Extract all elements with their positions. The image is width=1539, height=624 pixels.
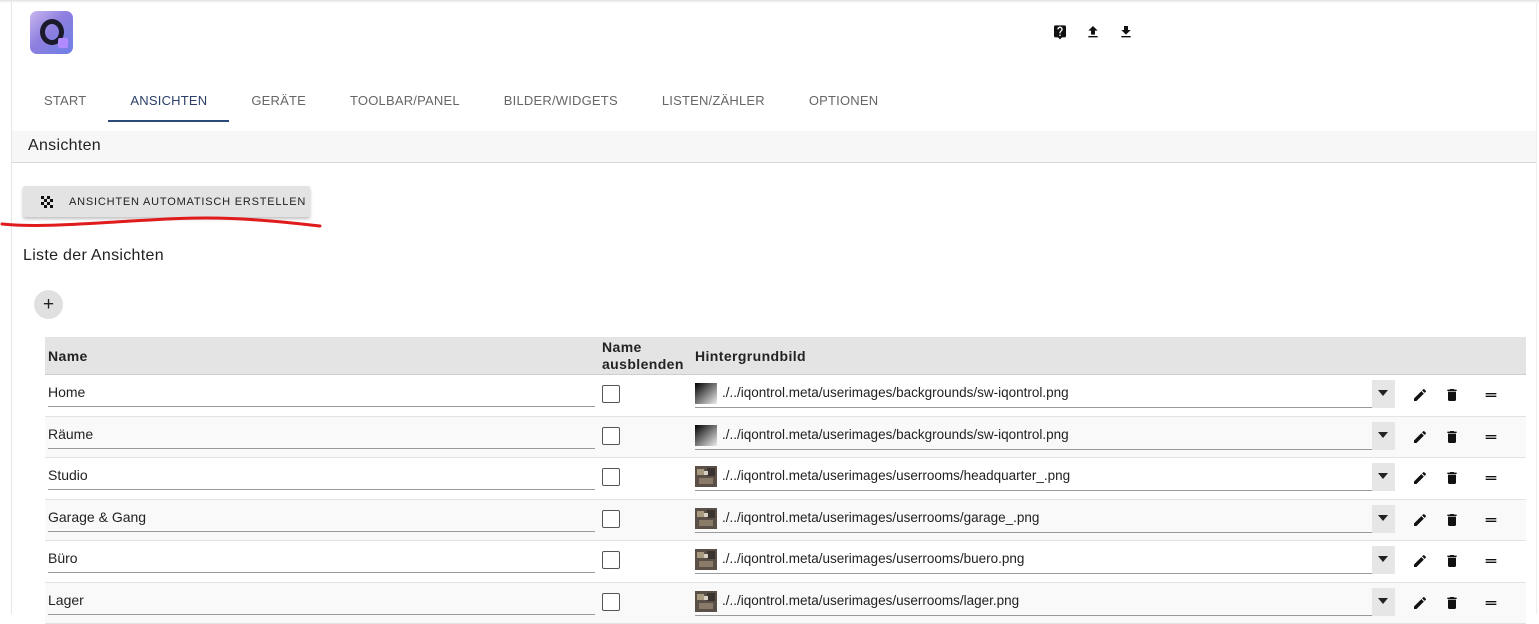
drag-handle-icon[interactable] (1483, 512, 1499, 528)
hide-name-checkbox[interactable] (602, 593, 620, 611)
table-row: Studio ./../iqontrol.meta/userimages/user… (45, 458, 1526, 500)
hide-name-checkbox[interactable] (602, 427, 620, 445)
background-image-path: ./../iqontrol.meta/userimages/background… (722, 427, 1069, 442)
drag-handle-icon[interactable] (1483, 553, 1499, 569)
edit-icon[interactable] (1412, 512, 1428, 528)
tab-optionen[interactable]: OPTIONEN (787, 80, 901, 122)
tab-listen-zaehler[interactable]: LISTEN/ZÄHLER (640, 80, 787, 122)
background-thumbnail (695, 549, 717, 570)
table-row: Home ./../iqontrol.meta/userimages/backgr… (45, 375, 1526, 417)
top-shadow (0, 0, 1539, 3)
add-view-button[interactable]: + (34, 290, 63, 319)
views-list-title: Liste der Ansichten (23, 247, 164, 265)
tab-geraete[interactable]: GERÄTE (229, 80, 328, 122)
background-image-select[interactable]: ./../iqontrol.meta/userimages/userrooms/… (695, 463, 1395, 491)
background-thumbnail (695, 425, 717, 446)
chevron-down-icon[interactable] (1372, 463, 1395, 491)
chevron-down-icon[interactable] (1372, 588, 1395, 616)
chevron-down-icon[interactable] (1372, 422, 1395, 450)
edit-icon[interactable] (1412, 470, 1428, 486)
view-name-input[interactable]: Räume (48, 424, 595, 449)
background-image-path: ./../iqontrol.meta/userimages/userrooms/… (722, 551, 1024, 566)
right-border (1536, 0, 1537, 614)
hide-name-checkbox[interactable] (602, 551, 620, 569)
hide-name-checkbox[interactable] (602, 510, 620, 528)
edit-icon[interactable] (1412, 595, 1428, 611)
delete-icon[interactable] (1444, 429, 1460, 445)
background-image-select[interactable]: ./../iqontrol.meta/userimages/userrooms/… (695, 588, 1395, 616)
edit-icon[interactable] (1412, 387, 1428, 403)
iqontrol-q-logo (30, 11, 73, 54)
help-icon[interactable] (1052, 23, 1068, 41)
column-header-background: Hintergrundbild (695, 348, 806, 364)
background-image-path: ./../iqontrol.meta/userimages/userrooms/… (722, 468, 1070, 483)
upload-icon[interactable] (1085, 23, 1101, 41)
background-thumbnail (695, 383, 717, 404)
view-name-input[interactable]: Home (48, 382, 595, 407)
section-title: Ansichten (28, 137, 101, 155)
background-image-select[interactable]: ./../iqontrol.meta/userimages/background… (695, 422, 1395, 450)
delete-icon[interactable] (1444, 470, 1460, 486)
table-row: Garage & Gang ./../iqontrol.meta/userimag… (45, 500, 1526, 542)
background-image-path: ./../iqontrol.meta/userimages/userrooms/… (722, 593, 1019, 608)
background-image-select[interactable]: ./../iqontrol.meta/userimages/background… (695, 380, 1395, 408)
table-row: Räume ./../iqontrol.meta/userimages/backg… (45, 417, 1526, 459)
background-thumbnail (695, 508, 717, 529)
main-tabs: START ANSICHTEN GERÄTE TOOLBAR/PANEL BIL… (22, 80, 900, 123)
left-border (11, 0, 12, 614)
tab-toolbar-panel[interactable]: TOOLBAR/PANEL (328, 80, 482, 122)
table-header: Name Name ausblenden Hintergrundbild (45, 337, 1526, 375)
column-header-name: Name (48, 348, 88, 364)
chevron-down-icon[interactable] (1372, 546, 1395, 574)
background-image-select[interactable]: ./../iqontrol.meta/userimages/userrooms/… (695, 546, 1395, 574)
chevron-down-icon[interactable] (1372, 505, 1395, 533)
delete-icon[interactable] (1444, 553, 1460, 569)
views-table: Name Name ausblenden Hintergrundbild Hom… (45, 337, 1526, 624)
section-header: Ansichten (12, 131, 1536, 163)
drag-handle-icon[interactable] (1483, 595, 1499, 611)
table-body: Home ./../iqontrol.meta/userimages/backgr… (45, 375, 1526, 624)
tab-bilder-widgets[interactable]: BILDER/WIDGETS (482, 80, 640, 122)
header-actions (1052, 23, 1134, 41)
view-name-input[interactable]: Lager (48, 590, 595, 615)
download-icon[interactable] (1118, 23, 1134, 41)
column-header-hide-name: Name ausblenden (602, 339, 692, 373)
drag-handle-icon[interactable] (1483, 470, 1499, 486)
tab-ansichten[interactable]: ANSICHTEN (108, 80, 229, 122)
background-thumbnail (695, 466, 717, 487)
drag-handle-icon[interactable] (1483, 387, 1499, 403)
background-thumbnail (695, 591, 717, 612)
red-underline-annotation (0, 208, 330, 234)
hide-name-checkbox[interactable] (602, 385, 620, 403)
delete-icon[interactable] (1444, 512, 1460, 528)
table-row: Büro ./../iqontrol.meta/userimages/userro… (45, 541, 1526, 583)
view-name-input[interactable]: Garage & Gang (48, 507, 595, 532)
edit-icon[interactable] (1412, 429, 1428, 445)
drag-handle-icon[interactable] (1483, 429, 1499, 445)
chevron-down-icon[interactable] (1372, 380, 1395, 408)
tab-start[interactable]: START (22, 80, 108, 122)
background-image-path: ./../iqontrol.meta/userimages/userrooms/… (722, 510, 1039, 525)
edit-icon[interactable] (1412, 553, 1428, 569)
hide-name-checkbox[interactable] (602, 468, 620, 486)
background-image-path: ./../iqontrol.meta/userimages/background… (722, 385, 1069, 400)
view-name-input[interactable]: Büro (48, 548, 595, 573)
auto-create-views-label: ANSICHTEN AUTOMATISCH ERSTELLEN (69, 196, 306, 208)
auto-fix-icon (40, 195, 54, 209)
delete-icon[interactable] (1444, 595, 1460, 611)
view-name-input[interactable]: Studio (48, 465, 595, 490)
background-image-select[interactable]: ./../iqontrol.meta/userimages/userrooms/… (695, 505, 1395, 533)
table-row: Lager ./../iqontrol.meta/userimages/userr… (45, 583, 1526, 624)
delete-icon[interactable] (1444, 387, 1460, 403)
